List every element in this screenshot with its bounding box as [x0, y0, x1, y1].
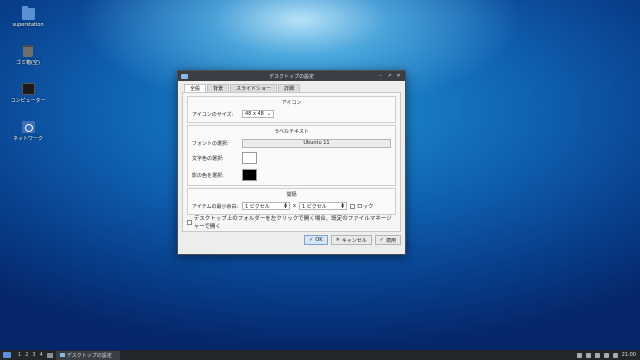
text-color-label: 文字色の選択:: [192, 155, 224, 162]
desktop-icon-label: superstation: [12, 22, 44, 28]
window-icon: [59, 353, 65, 357]
checkbox-box[interactable]: [349, 203, 355, 209]
spacing-x-value: 1 ピクセル: [245, 203, 270, 210]
spacing-y-value: 1 ピクセル: [301, 203, 327, 210]
apply-label: 適用: [385, 237, 396, 244]
text-color-button[interactable]: [242, 152, 257, 164]
spacing-section: 間隔 アイテムの最小余白: 1 ピクセル ▲ ▼ x 1 ピクセル ▲ ▼ ロック: [187, 188, 396, 215]
cancel-button[interactable]: ✕ キャンセル: [330, 235, 372, 245]
desktop-settings-window: デスクトップの設定 – ↗ ✕ 全般 背景 スライドショー 詳細 アイコン アイ…: [177, 70, 406, 255]
cancel-label: キャンセル: [341, 237, 367, 244]
tab-background[interactable]: 背景: [207, 84, 230, 92]
minimize-icon[interactable]: –: [378, 73, 383, 79]
desktop-icon-computer[interactable]: コンピューター: [8, 83, 48, 104]
workspace-switcher: 1 2 3 4: [18, 352, 43, 358]
tab-content: アイコン アイコンのサイズ: 48 x 48 ⌄ ラベルテキスト フォントの選択…: [182, 92, 401, 232]
ok-button[interactable]: ✓ OK: [304, 235, 328, 245]
tab-advanced[interactable]: 詳細: [278, 84, 301, 92]
icon-section-title: アイコン: [281, 100, 302, 106]
label-text-section: ラベルテキスト フォントの選択: Ubuntu 11 文字色の選択: 影の色を選…: [187, 125, 396, 186]
tab-general[interactable]: 全般: [184, 84, 207, 92]
shadow-color-button[interactable]: [242, 169, 257, 181]
folder-open-option[interactable]: デスクトップ上のフォルダーを左クリックで開く場合、既定のファイルマネージャーで開…: [187, 216, 396, 230]
apply-button[interactable]: ✓ 適用: [374, 235, 401, 245]
spinner-arrows-icon[interactable]: ▲ ▼: [341, 202, 344, 209]
network-icon[interactable]: [594, 352, 600, 358]
workspace-3[interactable]: 3: [32, 352, 35, 358]
volume-icon[interactable]: [576, 352, 582, 358]
monitor-icon: [21, 83, 35, 95]
desktop-icon-label: ネットワーク: [12, 136, 43, 142]
icon-size-label: アイコンのサイズ:: [192, 111, 234, 118]
label-section-title: ラベルテキスト: [274, 129, 309, 135]
check-icon: ✓: [309, 237, 314, 243]
desktop-icon-label: ゴミ箱(空): [16, 60, 40, 66]
close-icon[interactable]: ✕: [396, 73, 401, 79]
shadow-color-label: 影の色を選択:: [192, 172, 224, 179]
maximize-icon[interactable]: ↗: [387, 73, 392, 79]
start-menu-icon[interactable]: [3, 352, 11, 358]
dialog-footer: ✓ OK ✕ キャンセル ✓ 適用: [178, 232, 405, 245]
spacing-y-spinner[interactable]: 1 ピクセル ▲ ▼: [298, 202, 347, 210]
cancel-icon: ✕: [335, 237, 340, 243]
taskbar-window-button[interactable]: デスクトップの設定: [55, 350, 120, 360]
desktop-icon-network[interactable]: ネットワーク: [8, 121, 48, 142]
icon-section: アイコン アイコンのサイズ: 48 x 48 ⌄: [187, 96, 396, 123]
network-icon: [21, 121, 35, 133]
spinner-arrows-icon[interactable]: ▲ ▼: [284, 202, 287, 209]
workspace-4[interactable]: 4: [40, 352, 43, 358]
folder-open-checkbox[interactable]: [187, 219, 192, 225]
taskbar-window-label: デスクトップの設定: [66, 352, 112, 359]
tab-slideshow[interactable]: スライドショー: [230, 84, 278, 92]
notification-icon[interactable]: [603, 352, 609, 358]
tab-bar: 全般 背景 スライドショー 詳細: [178, 81, 405, 92]
spacing-x-spinner[interactable]: 1 ピクセル ▲ ▼: [242, 202, 290, 210]
keyboard-icon[interactable]: [612, 352, 618, 358]
spacing-section-title: 間隔: [286, 192, 297, 198]
icon-size-value: 48 x 48: [245, 111, 264, 117]
times-sign: x: [293, 203, 296, 209]
lock-checkbox[interactable]: ロック: [349, 202, 374, 210]
show-desktop-icon[interactable]: [46, 352, 53, 358]
lock-label: ロック: [356, 204, 374, 210]
font-label: フォントの選択:: [192, 140, 229, 147]
system-tray: 21:00: [576, 352, 640, 358]
folder-open-label: デスクトップ上のフォルダーを左クリックで開く場合、既定のファイルマネージャーで開…: [193, 216, 392, 230]
desktop-icon-home[interactable]: superstation: [8, 6, 48, 28]
battery-icon[interactable]: [585, 352, 591, 358]
workspace-2[interactable]: 2: [25, 352, 28, 358]
min-spacing-label: アイテムの最小余白:: [192, 203, 239, 210]
trash-icon: [23, 45, 33, 57]
clock[interactable]: 21:00: [622, 352, 636, 358]
font-chooser-button[interactable]: Ubuntu 11: [242, 138, 391, 148]
ok-label: OK: [315, 237, 323, 243]
desktop-icon-label: コンピューター: [10, 98, 46, 104]
workspace-1[interactable]: 1: [18, 352, 21, 358]
window-titlebar[interactable]: デスクトップの設定 – ↗ ✕: [178, 71, 405, 81]
folder-icon: [21, 6, 35, 20]
taskbar: 1 2 3 4 デスクトップの設定 21:00: [0, 350, 640, 360]
chevron-down-icon: ⌄: [266, 111, 272, 117]
window-title: デスクトップの設定: [268, 73, 314, 80]
desktop-icon-trash[interactable]: ゴミ箱(空): [8, 45, 48, 66]
check-icon: ✓: [379, 237, 384, 243]
icon-size-select[interactable]: 48 x 48 ⌄: [242, 110, 275, 118]
